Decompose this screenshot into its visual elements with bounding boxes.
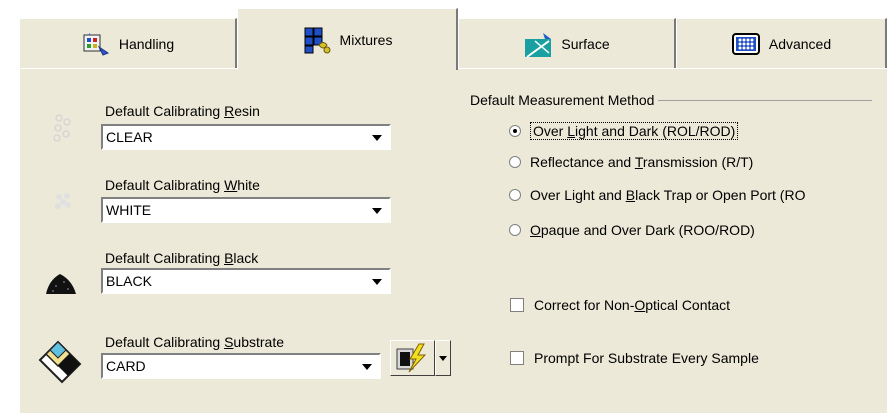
radio-black-trap[interactable]: Over Light and Black Trap or Open Port (… <box>509 187 805 203</box>
label-text: ight and Dark (ROL/ROD) <box>575 123 736 139</box>
lightning-icon <box>396 343 427 373</box>
substrate-tool-button[interactable] <box>390 340 435 376</box>
check-nonoptical[interactable]: Correct for Non-Optical Contact <box>510 297 730 313</box>
label-text: ransmission (R/T) <box>642 154 754 170</box>
label-text: Default Calibrating <box>105 250 225 266</box>
handling-icon <box>81 29 111 59</box>
tab-strip: Handling Mixtures Surface Advanced <box>0 0 887 70</box>
label-text: Over Light and <box>530 187 626 203</box>
label-text: paque and Over Dark (ROO/ROD) <box>540 222 755 238</box>
black-icon <box>44 270 78 299</box>
label-text: lack <box>233 250 259 266</box>
label-mnemonic: B <box>625 187 636 203</box>
label-text: Default Calibrating <box>105 177 225 193</box>
label-text: Default Calibrating <box>105 103 225 119</box>
label-text: Over <box>533 123 568 139</box>
label-text: ubstrate <box>233 334 284 350</box>
label-mnemonic: S <box>224 334 234 350</box>
radio-r-t[interactable]: Reflectance and Transmission (R/T) <box>509 154 753 170</box>
black-value: BLACK <box>106 273 152 289</box>
resin-select[interactable]: CLEAR <box>101 124 391 150</box>
tab-label: Handling <box>118 35 175 52</box>
radio-label: Over Light and Dark (ROL/ROD) <box>530 122 739 140</box>
label-text: hite <box>237 177 260 193</box>
white-select[interactable]: WHITE <box>101 197 391 223</box>
substrate-value: CARD <box>106 358 146 374</box>
chevron-down-icon <box>439 356 447 361</box>
checkbox-label: Correct for Non-Optical Contact <box>534 297 730 313</box>
radio-opaque[interactable]: Opaque and Over Dark (ROO/ROD) <box>509 222 755 238</box>
tab-handling[interactable]: Handling <box>19 18 237 68</box>
label-mnemonic: R <box>224 103 235 119</box>
tab-surface[interactable]: Surface <box>458 18 676 68</box>
black-select[interactable]: BLACK <box>101 268 391 294</box>
label-mnemonic: L <box>567 123 576 139</box>
mixtures-icon <box>302 25 332 55</box>
chevron-down-icon <box>372 208 382 214</box>
label-mnemonic: O <box>530 222 541 238</box>
white-value: WHITE <box>106 202 152 218</box>
radio-label: Over Light and Black Trap or Open Port (… <box>530 187 805 203</box>
label-mnemonic: B <box>224 250 234 266</box>
white-label: Default Calibrating White <box>105 177 260 193</box>
advanced-icon <box>731 29 761 59</box>
measurement-title: Default Measurement Method <box>470 92 659 108</box>
radio-indicator <box>509 156 521 168</box>
radio-indicator <box>509 189 521 201</box>
white-icon <box>52 190 76 217</box>
label-text: Correct for Non- <box>534 297 635 313</box>
surface-icon <box>523 29 553 59</box>
chevron-down-icon <box>372 279 382 285</box>
label-mnemonic: W <box>224 177 238 193</box>
label-mnemonic: O <box>634 297 646 313</box>
radio-label: Reflectance and Transmission (R/T) <box>530 154 753 170</box>
label-text: Reflectance and <box>530 154 635 170</box>
black-label: Default Calibrating Black <box>105 250 258 266</box>
tab-mixtures[interactable]: Mixtures <box>237 8 458 70</box>
label-mnemonic: T <box>634 154 643 170</box>
substrate-icon <box>36 330 88 387</box>
chevron-down-icon <box>362 364 372 370</box>
substrate-label: Default Calibrating Substrate <box>105 334 284 350</box>
label-text: ptical Contact <box>645 297 731 313</box>
radio-indicator <box>509 125 521 137</box>
radio-label: Opaque and Over Dark (ROO/ROD) <box>530 222 755 238</box>
resin-value: CLEAR <box>106 129 153 145</box>
check-prompt-substrate[interactable]: Prompt For Substrate Every Sample <box>510 350 759 366</box>
radio-rol-rod[interactable]: Over Light and Dark (ROL/ROD) <box>509 122 739 140</box>
checkbox-indicator <box>510 298 524 312</box>
resin-icon <box>50 112 76 149</box>
resin-label: Default Calibrating Resin <box>105 103 260 119</box>
label-text: esin <box>234 103 260 119</box>
checkbox-indicator <box>510 351 524 365</box>
substrate-select[interactable]: CARD <box>101 353 381 379</box>
tab-label: Mixtures <box>339 31 393 48</box>
substrate-tool-dropdown[interactable] <box>435 340 451 376</box>
radio-indicator <box>509 224 521 236</box>
tab-label: Surface <box>561 35 610 52</box>
checkbox-label: Prompt For Substrate Every Sample <box>534 350 759 366</box>
chevron-down-icon <box>372 135 382 141</box>
tab-label: Advanced <box>768 35 832 52</box>
label-text: Default Calibrating <box>105 334 225 350</box>
tab-advanced[interactable]: Advanced <box>676 18 887 68</box>
label-text: lack Trap or Open Port (RO <box>635 187 806 203</box>
